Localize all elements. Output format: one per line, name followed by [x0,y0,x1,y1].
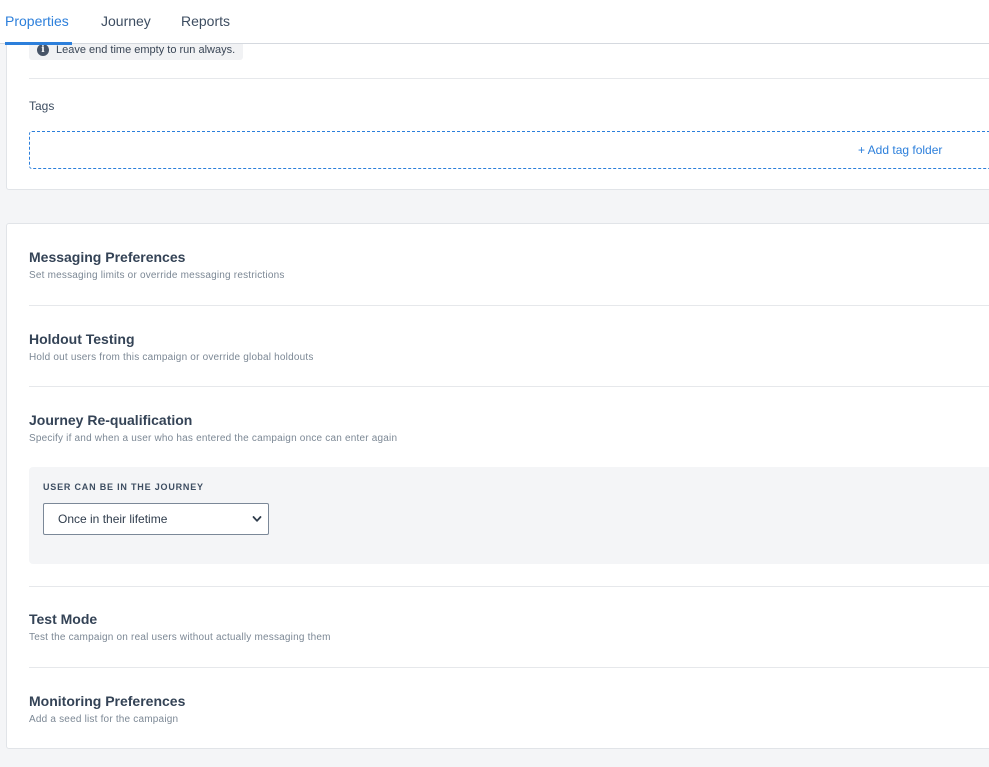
tag-folder-dropzone[interactable]: + Add tag folder [29,131,989,169]
divider [29,305,989,306]
journey-requalification-title[interactable]: Journey Re-qualification [29,412,192,428]
messaging-preferences-desc: Set messaging limits or override messagi… [29,270,285,281]
requalification-settings-panel: USER CAN BE IN THE JOURNEY Once in their… [29,467,989,564]
messaging-preferences-title[interactable]: Messaging Preferences [29,249,185,265]
end-time-note-text: Leave end time empty to run always. [56,43,236,56]
add-tag-folder-link[interactable]: + Add tag folder [858,143,942,157]
requalification-selected-value: Once in their lifetime [58,512,168,526]
info-icon: i [37,43,49,56]
top-tab-bar: Properties Journey Reports [0,0,989,45]
divider [29,386,989,387]
user-in-journey-label: USER CAN BE IN THE JOURNEY [43,482,204,492]
advanced-settings-card: Messaging Preferences Set messaging limi… [6,223,989,749]
holdout-testing-title[interactable]: Holdout Testing [29,331,135,347]
divider [29,586,989,587]
tab-reports[interactable]: Reports [181,0,230,44]
monitoring-preferences-desc: Add a seed list for the campaign [29,714,179,725]
divider [29,667,989,668]
chevron-down-icon [252,516,262,522]
holdout-testing-desc: Hold out users from this campaign or ove… [29,352,314,363]
requalification-select[interactable]: Once in their lifetime [43,503,269,535]
tab-properties[interactable]: Properties [5,0,72,45]
journey-requalification-desc: Specify if and when a user who has enter… [29,433,398,444]
campaign-properties-card: i Leave end time empty to run always. Ta… [6,30,989,190]
tab-journey[interactable]: Journey [101,0,151,44]
divider [29,78,989,79]
monitoring-preferences-title[interactable]: Monitoring Preferences [29,693,185,709]
tags-label: Tags [29,99,55,113]
test-mode-desc: Test the campaign on real users without … [29,632,331,643]
test-mode-title[interactable]: Test Mode [29,611,97,627]
